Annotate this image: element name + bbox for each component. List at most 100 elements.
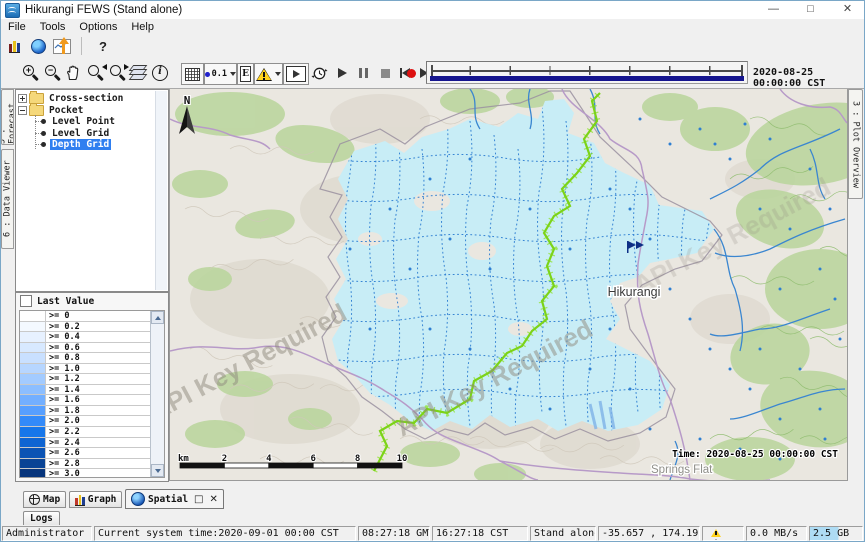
status-local-time: 16:27:18 CST [432, 526, 528, 541]
tab-data-viewer[interactable]: 6 : Data Viewer [1, 149, 14, 249]
tree-node-level-grid[interactable]: Level Grid [31, 128, 166, 140]
threshold-dropdown[interactable]: 0.1 [204, 63, 237, 85]
legend-row[interactable]: >= 0.2 [20, 322, 164, 333]
legend-label: >= 1.6 [46, 395, 164, 405]
legend-row[interactable]: >= 0.8 [20, 353, 164, 364]
tree-scrollbar[interactable] [155, 91, 167, 290]
legend-row[interactable]: >= 2.0 [20, 416, 164, 427]
close-tab-icon[interactable]: ✕ [210, 494, 218, 505]
tab-spatial[interactable]: Spatial □ ✕ [125, 489, 224, 509]
play-button[interactable] [338, 63, 347, 83]
scroll-down-button[interactable] [151, 464, 164, 477]
time-slider[interactable] [426, 61, 748, 84]
zoom-next-icon[interactable] [109, 63, 127, 83]
tree-node-cross-section[interactable]: Cross-section [18, 93, 166, 105]
menu-options[interactable]: Options [72, 21, 124, 33]
tree-node-depth-grid[interactable]: Depth Grid [31, 139, 166, 151]
legend-color-swatch [20, 385, 46, 395]
place-label: Springs Flat [651, 464, 713, 476]
main-area: 5 : Forecast 6 : Data Viewer 3 : Plot Ov… [1, 89, 865, 488]
svg-text:6: 6 [310, 454, 315, 464]
legend-row[interactable]: >= 1.0 [20, 364, 164, 375]
legend-color-swatch [20, 343, 46, 353]
maximize-button[interactable]: □ [792, 1, 829, 19]
legend-row[interactable]: >= 3.0 [20, 469, 164, 478]
help-icon[interactable]: ? [92, 36, 114, 56]
leaf-bullet-icon [41, 119, 46, 124]
svg-text:10: 10 [397, 454, 408, 464]
warning-dropdown[interactable] [254, 63, 283, 85]
grid-display-icon[interactable] [181, 63, 204, 85]
svg-text:km: km [178, 454, 189, 464]
bar-chart-icon [75, 494, 85, 506]
filters-tree-panel: Cross-section Pocket Level Point Level G… [15, 89, 169, 292]
float-tab-icon[interactable]: □ [194, 494, 203, 505]
animation-player-icon[interactable] [283, 63, 309, 85]
legend-row[interactable]: >= 2.6 [20, 448, 164, 459]
zoom-out-icon[interactable]: − [44, 63, 62, 83]
legend-row[interactable]: >= 2.2 [20, 427, 164, 438]
zoom-previous-icon[interactable] [87, 63, 105, 83]
tree-node-level-point[interactable]: Level Point [31, 116, 166, 128]
last-value-checkbox[interactable] [20, 295, 32, 307]
legend-label: >= 0 [46, 311, 164, 321]
map-canvas[interactable]: API Key Required API Key Required API Ke… [169, 89, 848, 481]
legend-row[interactable]: >= 1.2 [20, 374, 164, 385]
legend-color-swatch [20, 395, 46, 405]
map-display-icon[interactable] [27, 36, 49, 56]
menu-bar: File Tools Options Help [1, 19, 865, 35]
layers-icon[interactable] [131, 63, 145, 83]
legend-label: >= 0.4 [46, 332, 164, 342]
pan-icon[interactable] [65, 63, 80, 83]
tab-forecast[interactable]: 5 : Forecast [1, 89, 14, 145]
collapse-icon[interactable] [18, 106, 27, 115]
explorer-icon[interactable] [3, 36, 25, 56]
application-window: Hikurangi FEWS (Stand alone) — □ ✕ File … [0, 0, 865, 542]
window-title: Hikurangi FEWS (Stand alone) [25, 4, 182, 16]
legend-color-swatch [20, 459, 46, 469]
legend-color-swatch [20, 406, 46, 416]
close-button[interactable]: ✕ [829, 1, 865, 19]
last-value-label: Last Value [37, 296, 94, 307]
legend-scrollbar[interactable] [150, 311, 164, 477]
legend-label: >= 2.2 [46, 427, 164, 437]
info-icon[interactable] [152, 63, 168, 83]
status-coordinates: -35.657 , 174.199 [598, 526, 700, 541]
expand-icon[interactable] [18, 94, 27, 103]
minimize-button[interactable]: — [755, 1, 792, 19]
stop-button[interactable] [381, 63, 390, 83]
status-warning-cell[interactable] [702, 526, 744, 541]
legend-label: >= 1.0 [46, 364, 164, 374]
status-mode: Stand alone [530, 526, 596, 541]
tab-plot-overview[interactable]: 3 : Plot Overview [848, 89, 863, 199]
vertical-profile-icon[interactable]: E [237, 63, 254, 85]
zoom-in-icon[interactable]: + [22, 63, 40, 83]
legend-row[interactable]: >= 0.4 [20, 332, 164, 343]
legend-color-swatch [20, 374, 46, 384]
time-slider-range[interactable] [430, 76, 744, 81]
menu-file[interactable]: File [1, 21, 33, 33]
legend-row[interactable]: >= 1.6 [20, 395, 164, 406]
pause-button[interactable] [359, 63, 368, 83]
legend-row[interactable]: >= 2.8 [20, 459, 164, 470]
legend-label: >= 2.4 [46, 438, 164, 448]
import-displays-icon[interactable] [51, 36, 73, 56]
tab-graph[interactable]: Graph [69, 491, 122, 508]
menu-help[interactable]: Help [124, 21, 161, 33]
legend-row[interactable]: >= 1.8 [20, 406, 164, 417]
legend-row[interactable]: >= 0.6 [20, 343, 164, 354]
main-toolbar: ? [1, 34, 865, 58]
legend-panel: Last Value >= 0>= 0.2>= 0.4>= 0.6>= 0.8>… [15, 292, 169, 482]
menu-tools[interactable]: Tools [33, 21, 73, 33]
legend-label: >= 1.4 [46, 385, 164, 395]
legend-row[interactable]: >= 2.4 [20, 438, 164, 449]
record-button[interactable] [407, 63, 416, 83]
tab-map[interactable]: Map [23, 491, 66, 508]
scroll-up-button[interactable] [151, 311, 164, 324]
legend-row[interactable]: >= 0 [20, 311, 164, 322]
time-control-icon[interactable] [311, 63, 328, 83]
legend-label: >= 1.2 [46, 374, 164, 384]
legend-row[interactable]: >= 1.4 [20, 385, 164, 396]
tree-node-pocket[interactable]: Pocket [18, 105, 166, 117]
legend-color-swatch [20, 469, 46, 478]
